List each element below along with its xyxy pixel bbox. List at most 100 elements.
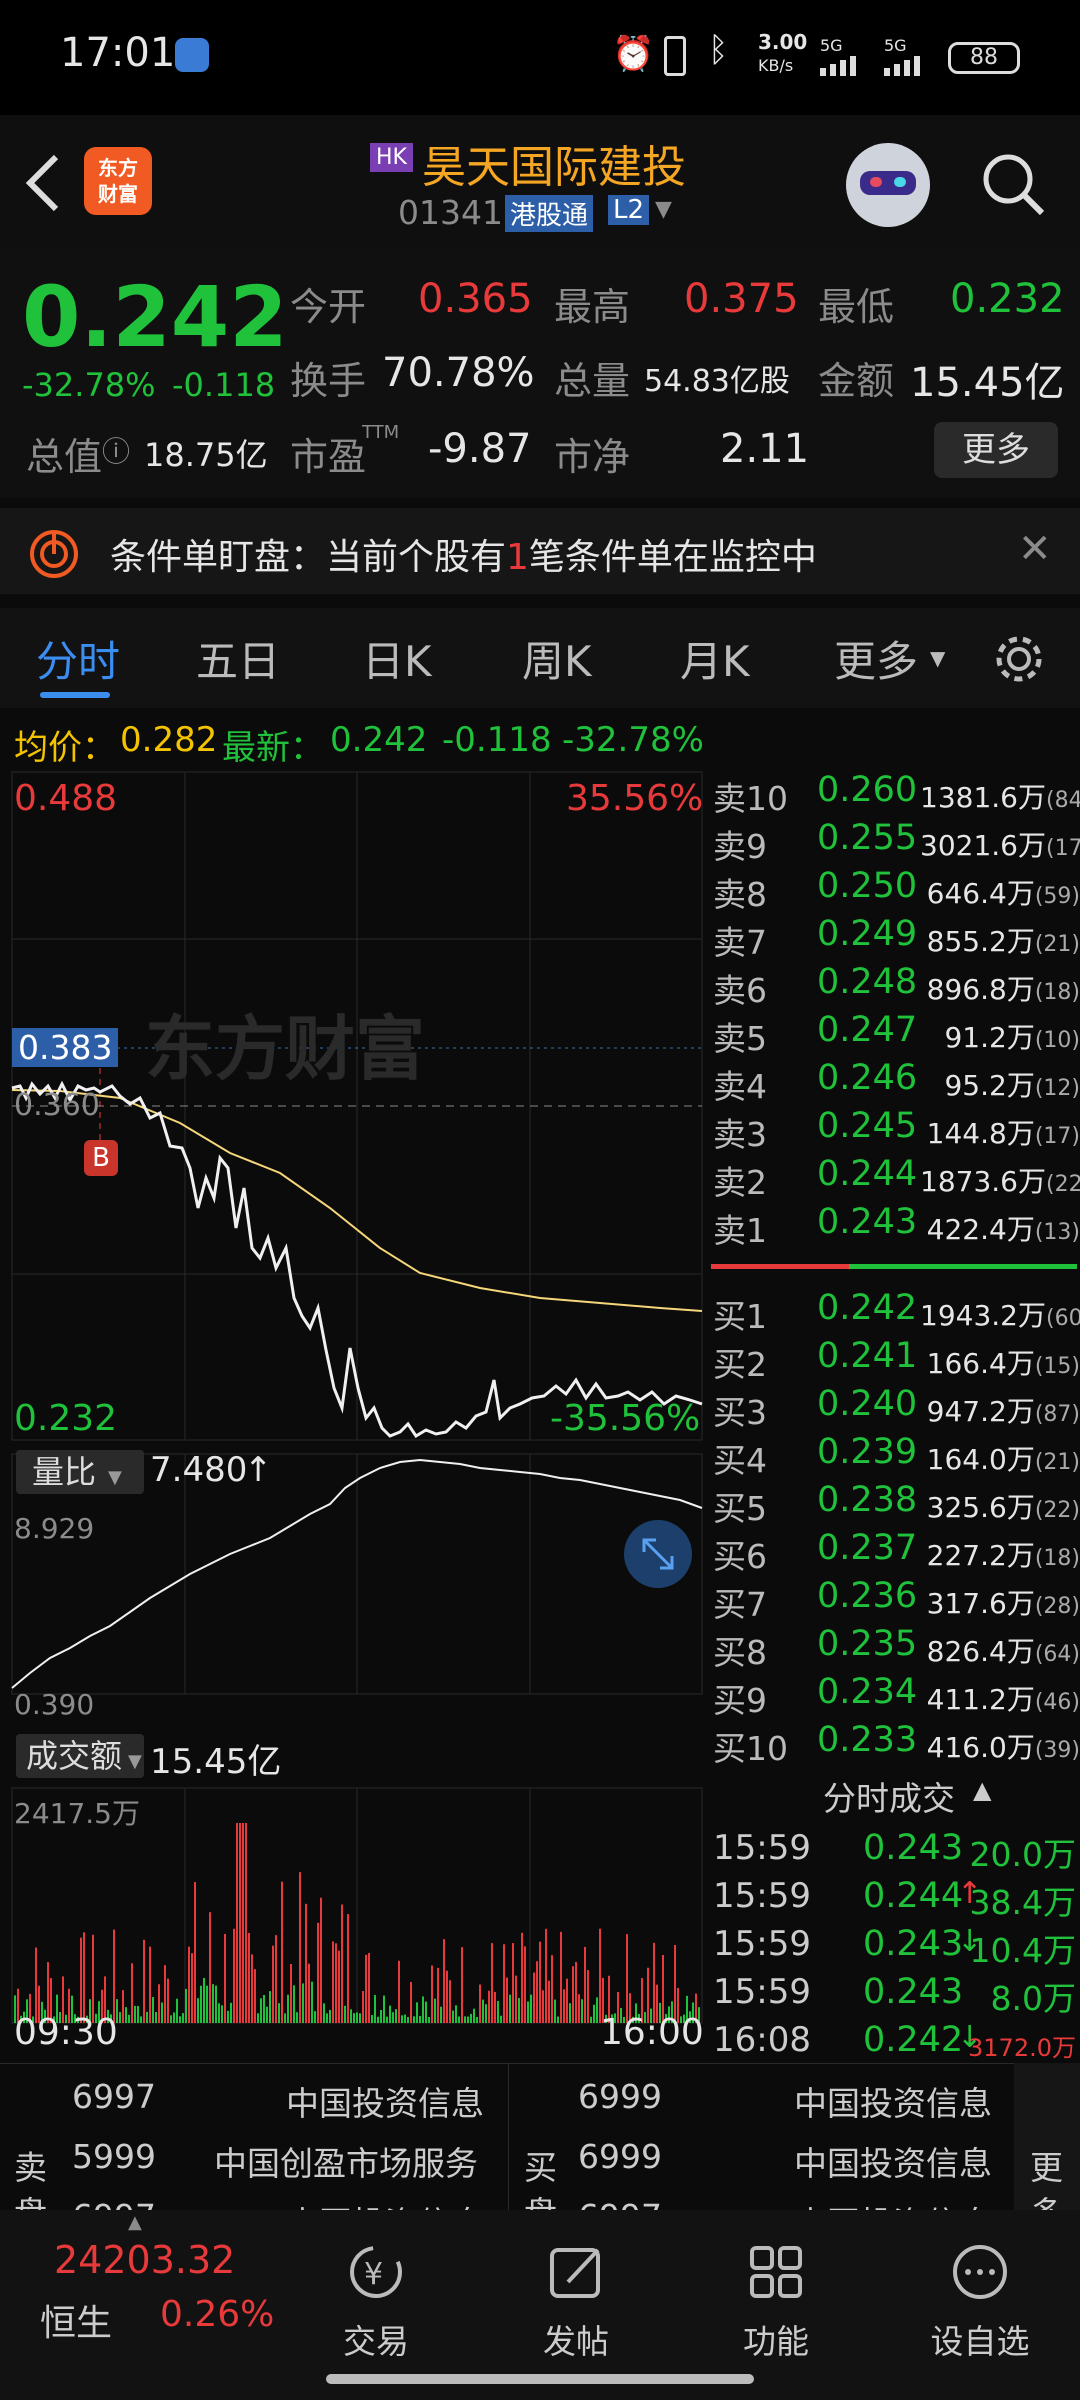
ask-volume: 1381.6万(84) — [920, 776, 1080, 816]
pb-label: 市净 — [554, 435, 631, 479]
app-logo[interactable]: 东方 财富 — [84, 147, 152, 215]
turnover-bar — [113, 1929, 115, 2023]
more-button[interactable]: 更多 — [934, 422, 1058, 478]
index-name[interactable]: 恒生 — [40, 2294, 112, 2346]
ask-row[interactable]: 卖1 0.243 422.4万(13) — [707, 1200, 1080, 1250]
turnover-bar — [149, 1946, 151, 2023]
bid-row[interactable]: 买3 0.240 947.2万(87) — [707, 1382, 1080, 1432]
stock-header: 东方 财富 HK 昊天国际建投 01341 港股通 L2 ▼ — [0, 115, 1080, 250]
bid-row[interactable]: 买6 0.237 227.2万(18) — [707, 1526, 1080, 1576]
ask-row[interactable]: 卖6 0.248 896.8万(18) — [707, 960, 1080, 1010]
broker-more-label-1[interactable]: 更 — [1030, 2141, 1063, 2189]
turnover-bar — [218, 2003, 220, 2023]
expand-icon[interactable] — [624, 1520, 692, 1588]
status-time: 17:01 — [60, 30, 176, 76]
ask-row[interactable]: 卖9 0.2553021.6万(176) — [707, 816, 1080, 866]
ask-volume-value: 95.2万 — [944, 1069, 1035, 1102]
stock-code: 01341 — [398, 193, 503, 232]
turnover-bar — [92, 1934, 94, 2023]
bid-row[interactable]: 买7 0.236 317.6万(28) — [707, 1574, 1080, 1624]
ask-order-count: (176) — [1045, 836, 1080, 861]
time-end: 16:00 — [600, 2012, 704, 2053]
avg-price-bar: 均价： 0.282 最新： 0.242 -0.118 -32.78% — [0, 712, 1080, 768]
sell-broker-name: 中国创盈市场服务 — [214, 2144, 478, 2183]
turnover-bar — [476, 2016, 478, 2023]
high-label: 最高 — [554, 285, 631, 329]
grid-icon — [750, 2246, 802, 2298]
post-button[interactable]: 发帖 — [506, 2210, 646, 2400]
bid-row[interactable]: 买1 0.2421943.2万(60) — [707, 1286, 1080, 1336]
bid-row[interactable]: 买10 0.233 416.0万(39) — [707, 1718, 1080, 1768]
info-icon[interactable]: ⓘ — [102, 430, 130, 470]
tab-intraday[interactable]: 分时 — [36, 628, 120, 689]
trade-button[interactable]: ¥ 交易 — [306, 2210, 446, 2400]
index-value[interactable]: 24203.32 — [54, 2238, 235, 2282]
ratio-selector[interactable]: 量比 ▼ — [16, 1450, 144, 1494]
ask-volume: 91.2万(10) — [920, 1016, 1080, 1056]
bid-row[interactable]: 买4 0.239 164.0万(21) — [707, 1430, 1080, 1480]
turnover-bar — [137, 2005, 139, 2023]
trade-row: 16:08 0.242 ↓ 3172.0万 — [707, 2016, 1080, 2064]
ask-order-count: (10) — [1034, 1028, 1080, 1053]
ask-volume: 646.4万(59) — [920, 872, 1080, 912]
index-pct[interactable]: 0.26% — [160, 2294, 274, 2335]
tab-monthly-k[interactable]: 月K — [680, 628, 750, 689]
tab-weekly-k[interactable]: 周K — [522, 628, 592, 689]
bid-row[interactable]: 买8 0.235 826.4万(64) — [707, 1622, 1080, 1672]
buy-marker[interactable]: B — [84, 1140, 118, 1176]
function-button[interactable]: 功能 — [706, 2210, 846, 2400]
turnover-bar — [374, 1995, 376, 2023]
buy-broker-id: 6999 — [578, 2137, 662, 2176]
robot-assistant-icon[interactable] — [846, 143, 930, 227]
turnover-bar — [284, 2013, 286, 2023]
turnover-panel-value: 15.45亿 — [150, 1742, 282, 1782]
turnover-bar — [413, 2016, 415, 2023]
close-icon[interactable]: ✕ — [1018, 526, 1052, 572]
ask-row[interactable]: 卖8 0.250 646.4万(59) — [707, 864, 1080, 914]
bid-row[interactable]: 买9 0.234 411.2万(46) — [707, 1670, 1080, 1720]
turnover-bar — [233, 1928, 235, 2023]
ask-row[interactable]: 卖2 0.2441873.6万(22) — [707, 1152, 1080, 1202]
broker-queue[interactable]: 卖 盘 6997 中国投资信息 5999 中国创盈市场服务 6997 中国投资信… — [0, 2063, 1080, 2213]
last-price: 0.242 — [22, 268, 288, 366]
connect-badge: 港股通 — [505, 195, 594, 232]
turnover-selector[interactable]: 成交额 ▼ — [16, 1734, 144, 1778]
turnover-bar — [407, 2016, 409, 2023]
trade-label: 交易 — [343, 2322, 409, 2361]
bid-volume-value: 1943.2万 — [920, 1299, 1046, 1332]
tab-more[interactable]: 更多 — [834, 628, 918, 689]
tab-five-day[interactable]: 五日 — [196, 628, 280, 689]
search-icon[interactable] — [980, 151, 1048, 223]
bid-row[interactable]: 买5 0.238 325.6万(22) — [707, 1478, 1080, 1528]
turnover-bar — [539, 1941, 541, 2023]
home-indicator[interactable] — [326, 2374, 754, 2384]
condition-order-notice[interactable]: 条件单盯盘：当前个股有1笔条件单在监控中 ✕ — [0, 508, 1080, 594]
amount-value: 15.45亿 — [910, 360, 1065, 406]
ask-volume: 422.4万(13) — [920, 1208, 1080, 1248]
turnover-bar — [512, 1943, 514, 2023]
ask-row[interactable]: 卖10 0.2601381.6万(84) — [707, 768, 1080, 818]
settings-icon[interactable] — [992, 632, 1046, 690]
bid-row[interactable]: 买2 0.241 166.4万(15) — [707, 1334, 1080, 1384]
intraday-chart-area[interactable]: 东方财富 0.488 35.56% 0.383 0.360 B 0.232 -3… — [0, 768, 705, 2058]
dropdown-icon[interactable]: ▼ — [655, 197, 672, 222]
bid-volume: 826.4万(64) — [920, 1630, 1080, 1670]
ask-row[interactable]: 卖5 0.247 91.2万(10) — [707, 1008, 1080, 1058]
ask-row[interactable]: 卖3 0.245 144.8万(17) — [707, 1104, 1080, 1154]
sell-broker-id: 5999 — [72, 2137, 156, 2176]
turnover-bar — [590, 2016, 592, 2023]
turnover-bar — [494, 1991, 496, 2023]
turnover-bar — [356, 2012, 358, 2023]
stock-name: 昊天国际建投 — [422, 142, 686, 193]
turnover-bar — [404, 2014, 406, 2023]
turnover-bar — [566, 1978, 568, 2023]
add-watchlist-button[interactable]: 设自选 — [910, 2210, 1050, 2400]
tab-daily-k[interactable]: 日K — [362, 628, 432, 689]
trades-title[interactable]: 分时成交 — [823, 1772, 955, 1820]
turnover-bar — [479, 1984, 481, 2023]
ask-row[interactable]: 卖7 0.249 855.2万(21) — [707, 912, 1080, 962]
ask-row[interactable]: 卖4 0.246 95.2万(12) — [707, 1056, 1080, 1106]
back-icon[interactable] — [22, 153, 66, 217]
trade-icon: ¥ — [350, 2246, 402, 2298]
trade-volume: 10.4万 — [969, 1931, 1076, 1970]
